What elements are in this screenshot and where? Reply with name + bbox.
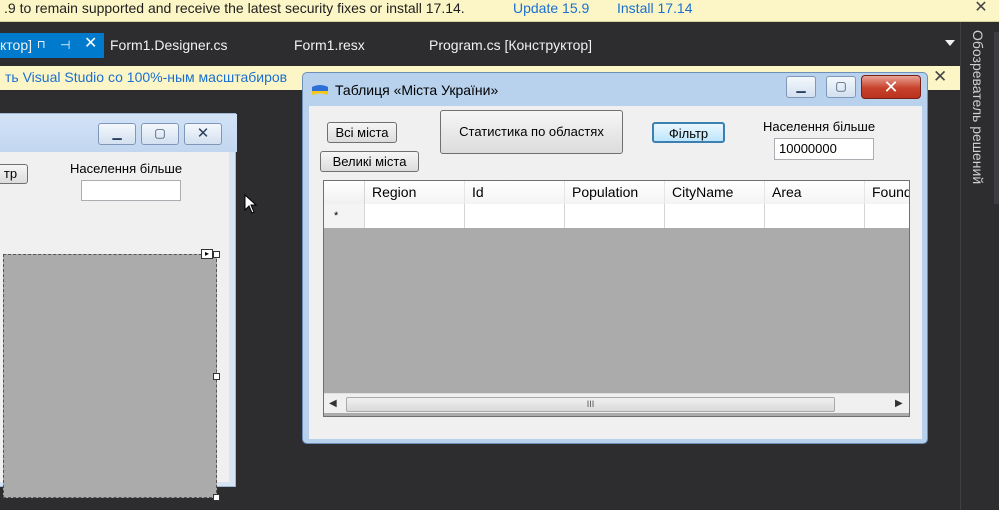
column-header-found[interactable]: Found <box>865 181 909 204</box>
update-link[interactable]: Update 15.9 <box>513 0 589 18</box>
solution-explorer-tab[interactable]: Обозреватель решений <box>970 30 986 184</box>
tab-active-label: ктор] <box>0 37 32 53</box>
smart-tag-icon[interactable]: ▸ <box>201 249 213 259</box>
cities-datagridview[interactable]: Region Id Population CityName Area Found… <box>323 180 910 417</box>
designer-population-input[interactable] <box>81 180 181 201</box>
designer-maximize-icon: ▢ <box>141 123 179 145</box>
grid-cell[interactable] <box>865 204 909 228</box>
designer-filter-button[interactable]: тр <box>0 164 28 184</box>
tab-close-icon[interactable]: ✕ <box>84 32 97 56</box>
column-header-region[interactable]: Region <box>365 181 465 204</box>
document-tab-bar: ктор] ⊓ ⊣ ✕ Form1.Designer.cs Form1.resx… <box>0 22 960 68</box>
cities-window-titlebar[interactable]: Таблиця «Міста України» ▁ ▢ ✕ <box>303 73 927 106</box>
resize-handle-bottom-right[interactable] <box>213 494 220 501</box>
grid-cell[interactable] <box>665 204 765 228</box>
designer-form-client: тр Населення більше ▸ <box>0 152 229 501</box>
designer-minimize-icon: ▁ <box>98 123 136 145</box>
population-label: Населення більше <box>763 119 876 134</box>
tab-form1-resx[interactable]: Form1.resx <box>294 33 365 58</box>
grid-new-row[interactable]: * <box>324 204 909 228</box>
all-cities-button[interactable]: Всі міста <box>327 122 397 143</box>
grid-horizontal-scrollbar[interactable]: ◀ III ▶ <box>324 393 909 413</box>
sidebar-scrollbar[interactable] <box>994 32 999 204</box>
designer-form: ▁ ▢ ✕ тр Населення більше ▸ <box>0 113 237 501</box>
designer-form-caption: ▁ ▢ ✕ <box>0 114 237 152</box>
column-header-id[interactable]: Id <box>465 181 565 204</box>
lock-icon[interactable]: ⊓ <box>37 33 46 57</box>
big-cities-button[interactable]: Великі міста <box>320 151 419 172</box>
resize-handle-right[interactable] <box>213 373 220 380</box>
window-minimize-icon[interactable]: ▁ <box>786 76 816 98</box>
grid-corner-header[interactable] <box>324 181 365 204</box>
column-header-cityname[interactable]: CityName <box>665 181 765 204</box>
tab-overflow-dropdown-icon[interactable] <box>945 40 955 46</box>
column-header-area[interactable]: Area <box>765 181 865 204</box>
tab-active-designer[interactable]: ктор] ⊓ ⊣ ✕ <box>0 33 104 58</box>
designer-close-icon: ✕ <box>184 123 222 145</box>
update-infobar: .9 to remain supported and receive the l… <box>0 0 999 22</box>
scaling-notice-message[interactable]: ть Visual Studio со 100%-ным масштабиров <box>5 68 305 87</box>
scroll-right-arrow-icon[interactable]: ▶ <box>895 398 903 409</box>
resize-handle-top-right[interactable] <box>213 251 220 258</box>
grid-cell[interactable] <box>765 204 865 228</box>
install-link[interactable]: Install 17.14 <box>617 0 693 18</box>
scroll-left-arrow-icon[interactable]: ◀ <box>329 398 337 409</box>
new-row-marker[interactable]: * <box>324 204 365 228</box>
solution-explorer-sidebar: Обозреватель решений <box>960 22 999 510</box>
pin-icon[interactable]: ⊣ <box>60 33 70 57</box>
grid-cell[interactable] <box>565 204 665 228</box>
population-input[interactable]: 10000000 <box>774 138 874 160</box>
column-header-population[interactable]: Population <box>565 181 665 204</box>
region-stats-button[interactable]: Статистика по областях <box>440 110 623 154</box>
infobar-close-icon[interactable]: ✕ <box>974 0 988 16</box>
designer-population-label[interactable]: Населення більше <box>70 161 182 176</box>
tab-form1-designer-cs[interactable]: Form1.Designer.cs <box>110 33 227 58</box>
designer-datagridview[interactable] <box>3 254 217 498</box>
scroll-thumb[interactable]: III <box>346 397 835 412</box>
grid-header-row: Region Id Population CityName Area Found <box>324 181 909 204</box>
notice-close-icon[interactable]: ✕ <box>933 67 947 87</box>
window-maximize-icon[interactable]: ▢ <box>826 76 856 98</box>
grid-cell[interactable] <box>465 204 565 228</box>
filter-button[interactable]: Фільтр <box>652 122 725 143</box>
mouse-cursor-icon <box>244 194 258 214</box>
cities-window: Таблиця «Міста України» ▁ ▢ ✕ Всі міста … <box>302 72 928 444</box>
tab-program-cs[interactable]: Program.cs [Конструктор] <box>429 33 592 58</box>
ukraine-flag-icon <box>312 85 328 95</box>
grid-cell[interactable] <box>365 204 465 228</box>
cities-window-title: Таблиця «Міста України» <box>335 82 499 98</box>
window-close-icon[interactable]: ✕ <box>861 75 921 99</box>
cities-window-client: Всі міста Великі міста Статистика по обл… <box>309 106 922 439</box>
infobar-message: .9 to remain supported and receive the l… <box>4 0 465 16</box>
